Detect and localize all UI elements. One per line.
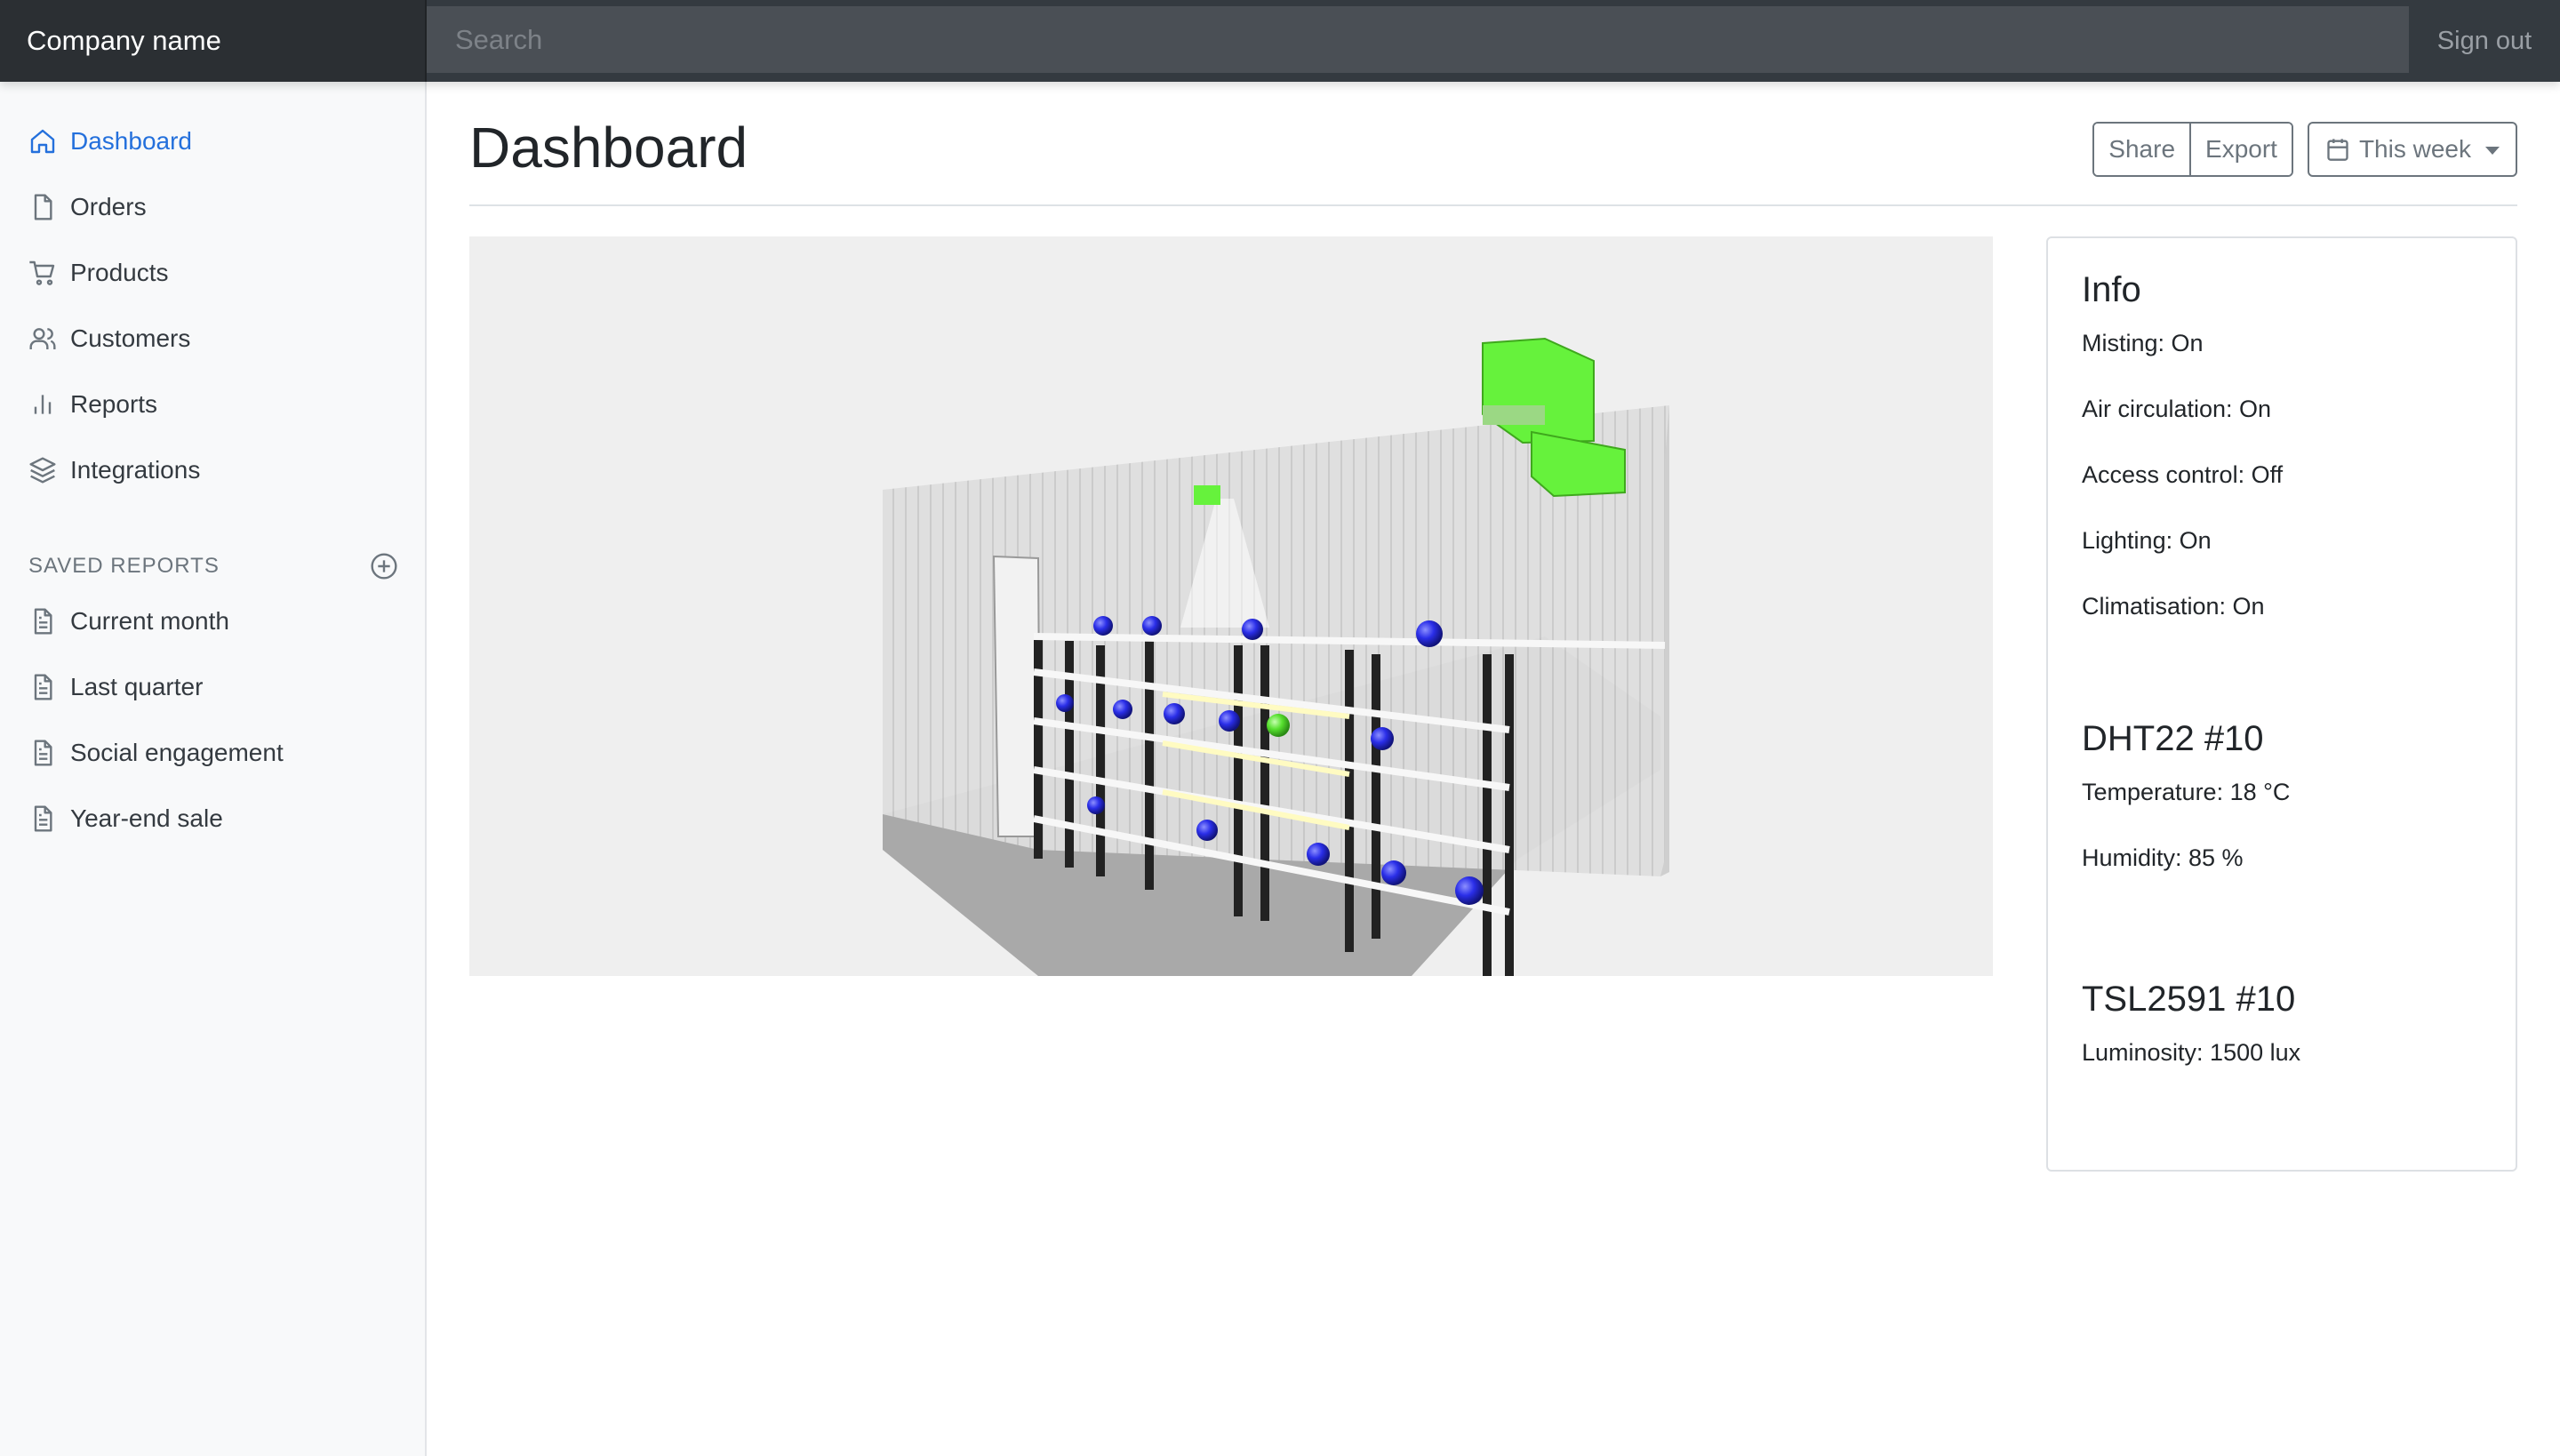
- saved-report-last-quarter[interactable]: Last quarter: [0, 654, 425, 720]
- saved-report-social-engagement[interactable]: Social engagement: [0, 720, 425, 786]
- file-text-icon: [34, 805, 52, 832]
- sidebar-item-label: Dashboard: [70, 127, 192, 155]
- page-header: Dashboard Share Export This week: [469, 82, 2517, 206]
- dht-sensor-title: DHT22 #10: [2082, 719, 2264, 758]
- ac-unit-top: [1482, 337, 1595, 444]
- info-line-lighting: Lighting: On: [2082, 527, 2212, 554]
- sidebar-item-label: Reports: [70, 390, 158, 418]
- tsl-luminosity: Luminosity: 1500 lux: [2082, 1039, 2301, 1066]
- export-button[interactable]: Export: [2189, 124, 2292, 175]
- bar-chart-icon: [34, 395, 52, 414]
- greenhouse-3d-view[interactable]: [469, 236, 1993, 976]
- share-export-group: Share Export: [2092, 122, 2293, 177]
- main-content: Dashboard Share Export This week Info Mi…: [469, 82, 2517, 1172]
- tsl-sensor-title: TSL2591 #10: [2082, 980, 2296, 1019]
- sidebar-item-label: Products: [70, 259, 169, 286]
- info-card: Info Misting: On Air circulation: On Acc…: [2046, 236, 2517, 1172]
- home-icon: [30, 129, 55, 154]
- dht-humidity: Humidity: 85 %: [2082, 844, 2244, 871]
- sidebar-item-reports[interactable]: Reports: [0, 372, 425, 437]
- room-door: [992, 555, 1042, 837]
- chevron-down-icon: [2485, 146, 2500, 155]
- date-range-label: This week: [2358, 135, 2471, 163]
- mister-device: [1194, 485, 1220, 505]
- sidebar: Dashboard Orders Products Customers Repo…: [0, 82, 427, 1456]
- sidebar-item-orders[interactable]: Orders: [0, 174, 425, 240]
- file-text-icon: [34, 740, 52, 766]
- saved-report-label: Social engagement: [70, 739, 284, 766]
- saved-reports-heading: SAVED REPORTS: [0, 544, 425, 588]
- file-text-icon: [34, 608, 52, 635]
- sidebar-item-label: Orders: [70, 193, 147, 220]
- saved-reports-label: SAVED REPORTS: [28, 554, 220, 578]
- share-button[interactable]: Share: [2094, 124, 2190, 175]
- sidebar-item-dashboard[interactable]: Dashboard: [0, 108, 425, 174]
- saved-report-label: Current month: [70, 607, 229, 635]
- info-line-climatisation: Climatisation: On: [2082, 593, 2265, 620]
- sidebar-item-customers[interactable]: Customers: [0, 306, 425, 372]
- info-line-air-circulation: Air circulation: On: [2082, 396, 2272, 422]
- calendar-icon: [2327, 139, 2348, 161]
- info-line-access-control: Access control: Off: [2082, 461, 2284, 488]
- dht-temperature: Temperature: 18 °C: [2082, 779, 2291, 805]
- sign-out-link[interactable]: Sign out: [2409, 0, 2560, 82]
- sidebar-item-label: Integrations: [70, 456, 201, 484]
- sidebar-item-products[interactable]: Products: [0, 240, 425, 306]
- ac-unit-pipe: [1483, 405, 1545, 425]
- sidebar-item-integrations[interactable]: Integrations: [0, 437, 425, 503]
- users-icon: [29, 328, 56, 349]
- toolbar: Share Export This week: [2092, 122, 2517, 177]
- content-row: Info Misting: On Air circulation: On Acc…: [469, 236, 2517, 1172]
- saved-report-year-end-sale[interactable]: Year-end sale: [0, 786, 425, 852]
- top-navbar: Company name Sign out: [0, 0, 2560, 82]
- info-title: Info: [2082, 270, 2141, 309]
- saved-report-current-month[interactable]: Current month: [0, 588, 425, 654]
- saved-report-label: Year-end sale: [70, 804, 223, 832]
- file-icon: [34, 194, 52, 220]
- info-line-misting: Misting: On: [2082, 330, 2204, 356]
- sidebar-item-label: Customers: [70, 324, 191, 352]
- search-input[interactable]: [427, 6, 2409, 73]
- brand-link[interactable]: Company name: [0, 0, 427, 82]
- room-render: [883, 337, 1669, 976]
- date-range-dropdown[interactable]: This week: [2307, 122, 2517, 177]
- layers-icon: [29, 457, 56, 484]
- cart-icon: [29, 260, 55, 285]
- page-title: Dashboard: [469, 116, 748, 180]
- file-text-icon: [34, 674, 52, 700]
- saved-report-label: Last quarter: [70, 673, 204, 700]
- plus-circle-icon[interactable]: [370, 552, 398, 580]
